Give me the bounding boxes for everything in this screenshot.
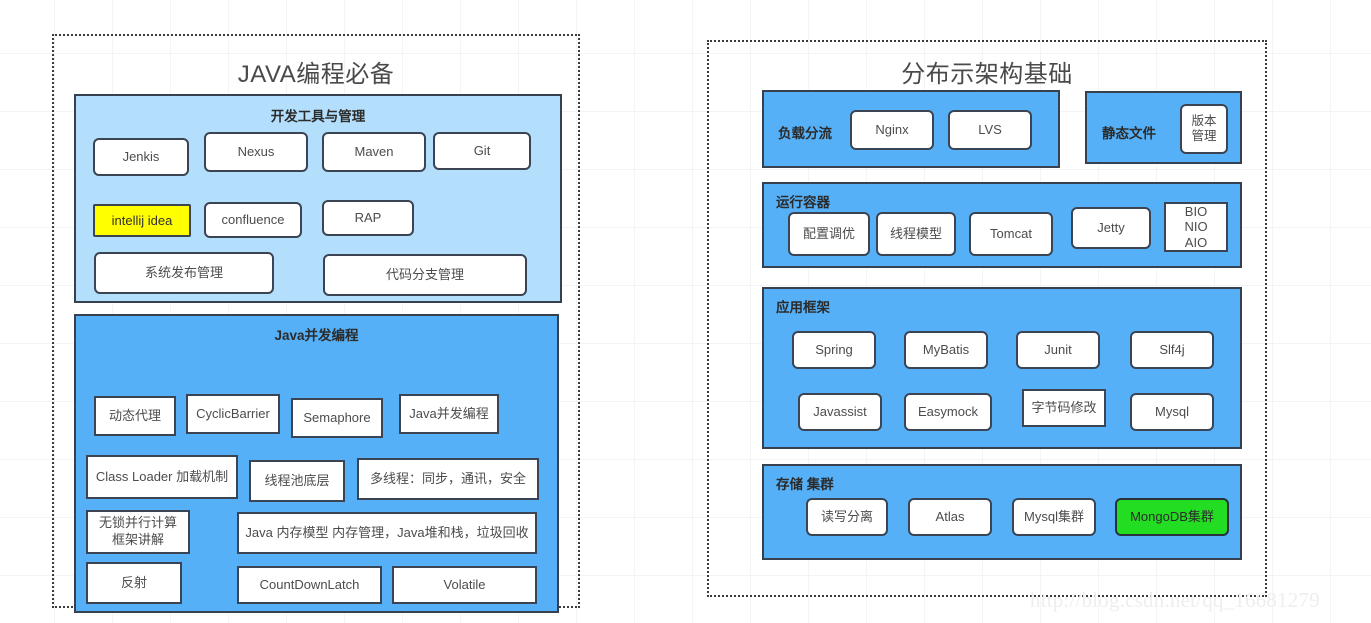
item-lvs[interactable]: LVS bbox=[948, 110, 1032, 150]
group-load-balancing-title: 负载分流 bbox=[778, 126, 832, 141]
item-dynamic-proxy[interactable]: 动态代理 bbox=[94, 396, 176, 436]
group-dev-tools: 开发工具与管理 Jenkis Nexus Maven Git intellij … bbox=[74, 94, 562, 303]
item-semaphore[interactable]: Semaphore bbox=[291, 398, 383, 438]
item-jetty[interactable]: Jetty bbox=[1071, 207, 1151, 249]
item-mysql-cluster[interactable]: Mysql集群 bbox=[1012, 498, 1096, 536]
item-branch-management[interactable]: 代码分支管理 bbox=[323, 254, 527, 296]
item-javassist[interactable]: Javassist bbox=[798, 393, 882, 431]
item-read-write-split[interactable]: 读写分离 bbox=[806, 498, 888, 536]
item-slf4j[interactable]: Slf4j bbox=[1130, 331, 1214, 369]
right-panel-title: 分布示架构基础 bbox=[901, 61, 1073, 88]
item-config-tuning[interactable]: 配置调优 bbox=[788, 212, 870, 256]
group-application-framework-title: 应用框架 bbox=[776, 300, 830, 315]
left-panel-title: JAVA编程必备 bbox=[237, 61, 395, 88]
item-mybatis[interactable]: MyBatis bbox=[904, 331, 988, 369]
left-panel: JAVA编程必备 开发工具与管理 Jenkis Nexus Maven Git … bbox=[52, 34, 580, 613]
item-threadpool-internals[interactable]: 线程池底层 bbox=[249, 460, 345, 502]
item-easymock[interactable]: Easymock bbox=[904, 393, 992, 431]
item-nginx[interactable]: Nginx bbox=[850, 110, 934, 150]
item-mysql[interactable]: Mysql bbox=[1130, 393, 1214, 431]
item-atlas[interactable]: Atlas bbox=[908, 498, 992, 536]
item-multithread-topics[interactable]: 多线程：同步，通讯，安全 bbox=[357, 458, 539, 500]
group-java-concurrency: Java并发编程 动态代理 CyclicBarrier Semaphore Ja… bbox=[74, 314, 559, 613]
item-rap[interactable]: RAP bbox=[322, 200, 414, 236]
item-release-management[interactable]: 系统发布管理 bbox=[94, 252, 274, 294]
item-mongodb-cluster[interactable]: MongoDB集群 bbox=[1115, 498, 1229, 536]
group-dev-tools-title: 开发工具与管理 bbox=[270, 109, 366, 124]
right-panel: 分布示架构基础 负载分流 Nginx LVS 静态文件 版本 管理 运行容器 配… bbox=[707, 40, 1267, 597]
item-countdownlatch[interactable]: CountDownLatch bbox=[237, 566, 382, 604]
item-tomcat[interactable]: Tomcat bbox=[969, 212, 1053, 256]
item-jenkis[interactable]: Jenkis bbox=[93, 138, 189, 176]
item-junit[interactable]: Junit bbox=[1016, 331, 1100, 369]
group-storage-cluster-title: 存储 集群 bbox=[776, 477, 834, 492]
item-spring[interactable]: Spring bbox=[792, 331, 876, 369]
group-application-framework: 应用框架 Spring MyBatis Junit Slf4j Javassis… bbox=[762, 287, 1242, 449]
item-intellij-idea[interactable]: intellij idea bbox=[93, 204, 191, 237]
item-class-loader[interactable]: Class Loader 加载机制 bbox=[86, 455, 238, 499]
group-static-files: 静态文件 版本 管理 bbox=[1085, 91, 1242, 164]
item-bytecode-modification[interactable]: 字节码修改 bbox=[1022, 389, 1106, 427]
item-git[interactable]: Git bbox=[433, 132, 531, 170]
item-cyclicbarrier[interactable]: CyclicBarrier bbox=[186, 394, 280, 434]
item-lockfree-framework[interactable]: 无锁并行计算 框架讲解 bbox=[86, 510, 190, 554]
group-runtime-container-title: 运行容器 bbox=[776, 195, 830, 210]
item-thread-model[interactable]: 线程模型 bbox=[876, 212, 956, 256]
item-version-control[interactable]: 版本 管理 bbox=[1180, 104, 1228, 154]
watermark-text: http://blog.csdn.net/qq_16681279 bbox=[1030, 588, 1320, 612]
item-reflection[interactable]: 反射 bbox=[86, 562, 182, 604]
group-storage-cluster: 存储 集群 读写分离 Atlas Mysql集群 MongoDB集群 bbox=[762, 464, 1242, 560]
item-java-concurrency[interactable]: Java并发编程 bbox=[399, 394, 499, 434]
item-maven[interactable]: Maven bbox=[322, 132, 426, 172]
group-java-concurrency-title: Java并发编程 bbox=[274, 328, 359, 343]
group-runtime-container: 运行容器 配置调优 线程模型 Tomcat Jetty BIO NIO AIO bbox=[762, 182, 1242, 268]
item-volatile[interactable]: Volatile bbox=[392, 566, 537, 604]
item-nexus[interactable]: Nexus bbox=[204, 132, 308, 172]
group-load-balancing: 负载分流 Nginx LVS bbox=[762, 90, 1060, 168]
item-memory-model[interactable]: Java 内存模型 内存管理，Java堆和栈，垃圾回收 bbox=[237, 512, 537, 554]
item-bio-nio-aio[interactable]: BIO NIO AIO bbox=[1164, 202, 1228, 252]
group-static-files-title: 静态文件 bbox=[1102, 126, 1156, 141]
item-confluence[interactable]: confluence bbox=[204, 202, 302, 238]
